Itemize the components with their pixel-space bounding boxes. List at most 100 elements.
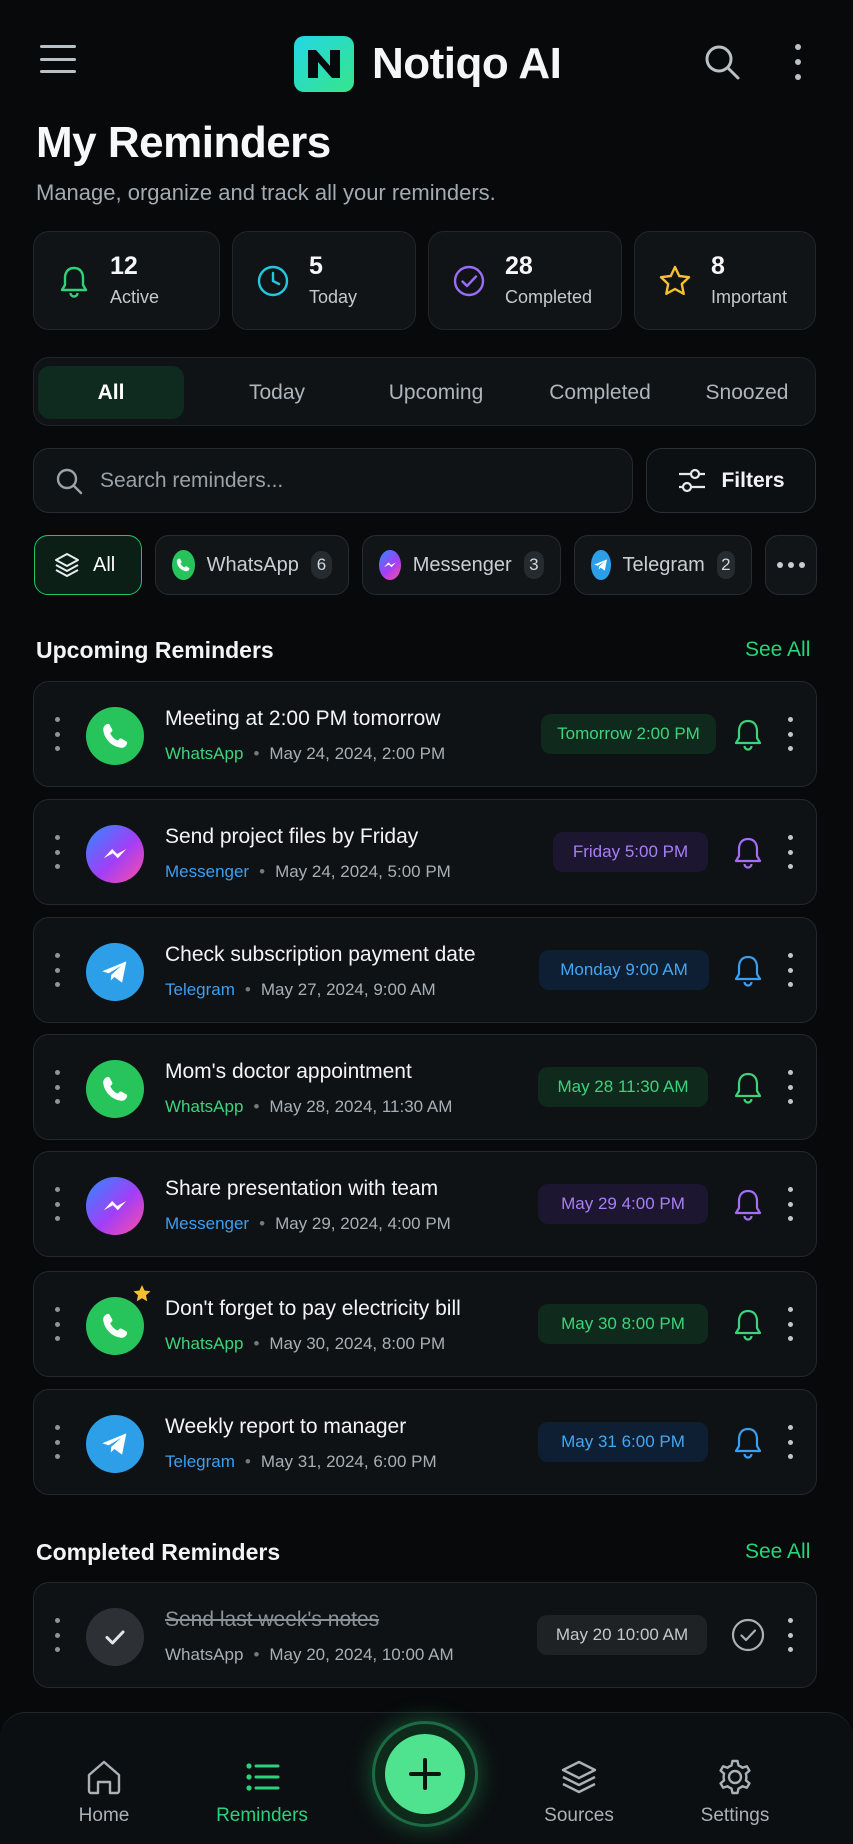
reminder-datetime: May 27, 2024, 9:00 AM	[260, 980, 436, 999]
bell-icon[interactable]	[730, 1186, 766, 1222]
drag-handle-icon[interactable]	[52, 953, 62, 987]
stat-value: 8	[711, 252, 725, 281]
reminder-time-badge: May 20 10:00 AM	[537, 1615, 707, 1655]
reminder-time-badge: May 31 6:00 PM	[538, 1422, 708, 1462]
stat-active[interactable]: 12 Active	[33, 231, 220, 330]
card-menu-icon[interactable]	[785, 1070, 795, 1104]
page-title: My Reminders	[36, 118, 331, 167]
drag-handle-icon[interactable]	[52, 1187, 62, 1221]
stat-value: 28	[505, 252, 533, 281]
reminder-time-badge: May 29 4:00 PM	[538, 1184, 708, 1224]
card-menu-icon[interactable]	[785, 1307, 795, 1341]
more-options-icon[interactable]	[790, 44, 806, 80]
card-menu-icon[interactable]	[785, 717, 795, 751]
check-circle-icon	[453, 265, 485, 296]
bell-icon[interactable]	[730, 1306, 766, 1342]
reminder-title: Weekly report to manager	[165, 1415, 407, 1438]
tab-today[interactable]: Today	[222, 366, 332, 419]
card-menu-icon[interactable]	[785, 835, 795, 869]
reminder-card[interactable]: Mom's doctor appointment WhatsApp • May 28…	[33, 1034, 817, 1140]
reminder-source: Telegram	[165, 980, 235, 999]
card-menu-icon[interactable]	[785, 1425, 795, 1459]
drag-handle-icon[interactable]	[52, 1070, 62, 1104]
source-chip-all[interactable]: All	[34, 535, 142, 595]
reminder-title: Send last week's notes	[165, 1608, 380, 1631]
drag-handle-icon[interactable]	[52, 1618, 62, 1652]
reminder-time-badge: Tomorrow 2:00 PM	[541, 714, 716, 754]
card-menu-icon[interactable]	[785, 1618, 795, 1652]
whatsapp-icon	[86, 707, 144, 765]
layers-icon	[561, 1760, 597, 1794]
bell-icon[interactable]	[730, 716, 766, 752]
reminder-meta: WhatsApp • May 24, 2024, 2:00 PM	[165, 744, 446, 763]
filters-label: Filters	[721, 468, 785, 492]
stat-today[interactable]: 5 Today	[232, 231, 416, 330]
logo-mark-icon	[294, 36, 354, 92]
source-chip-telegram[interactable]: Telegram 2	[574, 535, 752, 595]
drag-handle-icon[interactable]	[52, 835, 62, 869]
reminder-card[interactable]: Meeting at 2:00 PM tomorrow WhatsApp • May…	[33, 681, 817, 787]
bell-icon[interactable]	[730, 834, 766, 870]
bell-icon[interactable]	[730, 952, 766, 988]
source-chip-whatsapp[interactable]: WhatsApp 6	[155, 535, 349, 595]
card-menu-icon[interactable]	[785, 953, 795, 987]
stat-completed[interactable]: 28 Completed	[428, 231, 622, 330]
tab-snoozed[interactable]: Snoozed	[684, 366, 810, 419]
reminder-card[interactable]: Don't forget to pay electricity bill Wha…	[33, 1271, 817, 1377]
reminder-meta: Messenger • May 24, 2024, 5:00 PM	[165, 862, 451, 881]
reminder-card[interactable]: Share presentation with team Messenger • M…	[33, 1151, 817, 1257]
search-icon[interactable]	[702, 42, 742, 82]
completed-reminder-card[interactable]: Send last week's notes WhatsApp • May 20, …	[33, 1582, 817, 1688]
home-icon	[87, 1760, 121, 1795]
tab-upcoming[interactable]: Upcoming	[366, 366, 506, 419]
nav-sources[interactable]: Sources	[509, 1757, 649, 1827]
bell-icon[interactable]	[730, 1424, 766, 1460]
gear-icon	[719, 1759, 751, 1795]
reminder-datetime: May 24, 2024, 5:00 PM	[275, 862, 451, 881]
reminder-datetime: May 28, 2024, 11:30 AM	[269, 1097, 453, 1116]
section-title-upcoming: Upcoming Reminders	[36, 637, 274, 663]
menu-icon[interactable]	[38, 42, 78, 76]
layers-icon	[55, 553, 79, 577]
source-chip-messenger[interactable]: Messenger 3	[362, 535, 561, 595]
search-input[interactable]	[100, 468, 580, 493]
chip-count: 3	[523, 551, 544, 579]
chip-label: WhatsApp	[206, 553, 299, 576]
see-all-upcoming-link[interactable]: See All	[745, 638, 810, 662]
app-logo: Notiqo AI	[290, 32, 562, 96]
clock-icon	[257, 265, 289, 296]
nav-settings[interactable]: Settings	[665, 1757, 805, 1827]
reminder-card[interactable]: Check subscription payment date Telegram…	[33, 917, 817, 1023]
reminder-time-badge: May 28 11:30 AM	[538, 1067, 708, 1107]
nav-home[interactable]: Home	[34, 1757, 174, 1827]
reminder-datetime: May 29, 2024, 4:00 PM	[275, 1214, 451, 1233]
tab-all[interactable]: All	[38, 366, 184, 419]
messenger-icon	[379, 550, 401, 580]
reminder-source: Messenger	[165, 1214, 250, 1233]
add-reminder-button[interactable]	[372, 1721, 478, 1827]
stat-important[interactable]: 8 Important	[634, 231, 816, 330]
card-menu-icon[interactable]	[785, 1187, 795, 1221]
reminder-source: WhatsApp	[165, 1334, 244, 1353]
reminder-card[interactable]: Weekly report to manager Telegram • May 31…	[33, 1389, 817, 1495]
nav-label: Sources	[544, 1805, 614, 1826]
see-all-completed-link[interactable]: See All	[745, 1540, 810, 1564]
messenger-icon	[86, 825, 144, 883]
nav-reminders[interactable]: Reminders	[192, 1757, 332, 1827]
check-circle-icon[interactable]	[730, 1617, 766, 1653]
stat-label: Active	[110, 286, 160, 307]
drag-handle-icon[interactable]	[52, 1425, 62, 1459]
nav-label: Home	[78, 1805, 130, 1826]
tab-completed[interactable]: Completed	[520, 366, 680, 419]
filters-button[interactable]: Filters	[646, 448, 816, 513]
more-sources-icon[interactable]	[765, 535, 817, 595]
reminder-source: WhatsApp	[165, 1645, 244, 1664]
reminder-card[interactable]: Send project files by Friday Messenger • M…	[33, 799, 817, 905]
bell-icon[interactable]	[730, 1069, 766, 1105]
drag-handle-icon[interactable]	[52, 717, 62, 751]
drag-handle-icon[interactable]	[52, 1307, 62, 1341]
reminder-time-badge: Friday 5:00 PM	[553, 832, 708, 872]
reminder-source: WhatsApp	[165, 744, 244, 763]
reminder-time-badge: Monday 9:00 AM	[539, 950, 709, 990]
important-star-icon	[133, 1285, 151, 1302]
